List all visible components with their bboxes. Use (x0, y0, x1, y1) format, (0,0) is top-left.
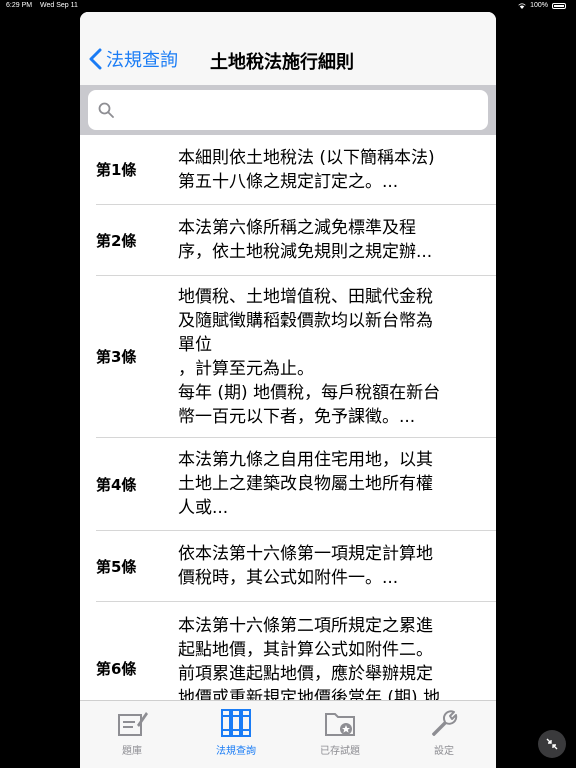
tab-label: 已存試題 (320, 746, 360, 757)
page-title: 土地稅法施行細則 (210, 52, 354, 73)
article-row-2[interactable]: 第2條 本法第六條所稱之減免標準及程 序，依土地稅減免規則之規定辦... (96, 205, 496, 276)
article-row-3[interactable]: 第3條 地價稅、土地增值稅、田賦代金稅 及隨賦徵購稻穀價款均以新台幣為 單位 ，… (96, 276, 496, 438)
wifi-icon (518, 2, 526, 9)
article-row-5[interactable]: 第5條 依本法第十六條第一項規定計算地 價稅時，其公式如附件一。... (96, 531, 496, 602)
back-button-label: 法規查詢 (106, 50, 178, 71)
chevron-left-icon (89, 48, 102, 70)
back-button[interactable]: 法規查詢 (88, 46, 178, 72)
article-number: 第5條 (96, 557, 137, 576)
wrench-icon (432, 710, 458, 736)
navigation-bar: 法規查詢 土地稅法施行細則 (80, 12, 496, 85)
tab-bar: 題庫 法規查詢 已存試題 設定 (80, 700, 496, 768)
article-text: 本法第十六條第二項所規定之累進 起點地價，其計算公式如附件二。 前項累進起點地價… (178, 616, 441, 700)
tab-question-bank[interactable]: 題庫 (80, 701, 184, 768)
folder-star-icon (325, 713, 355, 736)
status-date: Wed Sep 11 (40, 2, 78, 9)
article-text: 本法第六條所稱之減免標準及程 序，依土地稅減免規則之規定辦... (178, 218, 433, 262)
battery-percent: 100% (530, 2, 548, 9)
article-number: 第4條 (96, 475, 137, 494)
article-text: 本細則依土地稅法 (以下簡稱本法) 第五十八條之規定訂定之。... (178, 147, 435, 192)
status-time: 6:29 PM (6, 2, 33, 9)
status-bar: 6:29 PM Wed Sep 11 100% (0, 0, 576, 12)
article-text: 本法第九條之自用住宅用地，以其 土地上之建築改良物屬土地所有權 人或... (178, 450, 433, 518)
search-bar (80, 85, 496, 135)
tab-saved-questions[interactable]: 已存試題 (288, 701, 392, 768)
article-number: 第6條 (96, 660, 137, 678)
article-text: 地價稅、土地增值稅、田賦代金稅 及隨賦徵購稻穀價款均以新台幣為 單位 ，計算至元… (178, 286, 441, 427)
search-field[interactable] (88, 90, 488, 130)
tab-label: 法規查詢 (216, 746, 256, 757)
search-input[interactable] (120, 101, 474, 119)
article-text: 依本法第十六條第一項規定計算地 價稅時，其公式如附件一。... (178, 544, 433, 588)
arrows-collapse-icon (546, 738, 558, 750)
article-number: 第1條 (96, 161, 137, 179)
book-binders-icon (221, 709, 251, 737)
notepad-pencil-icon (118, 712, 148, 736)
article-row-4[interactable]: 第4條 本法第九條之自用住宅用地，以其 土地上之建築改良物屬土地所有權 人或..… (96, 438, 496, 531)
tab-label: 設定 (434, 746, 454, 757)
app-window: 法規查詢 土地稅法施行細則 第1條 本細則依土地稅法 (以下簡稱本法) 第五十八… (80, 12, 496, 768)
article-number: 第2條 (96, 231, 137, 250)
tab-settings[interactable]: 設定 (392, 701, 496, 768)
tab-label: 題庫 (122, 746, 142, 757)
collapse-button[interactable] (538, 730, 566, 758)
article-row-1[interactable]: 第1條 本細則依土地稅法 (以下簡稱本法) 第五十八條之規定訂定之。... (96, 135, 496, 205)
article-row-6[interactable]: 第6條 本法第十六條第二項所規定之累進 起點地價，其計算公式如附件二。 前項累進… (96, 602, 496, 700)
search-icon (98, 102, 114, 118)
article-number: 第3條 (96, 348, 137, 366)
article-list: 第1條 本細則依土地稅法 (以下簡稱本法) 第五十八條之規定訂定之。... 第2… (80, 135, 496, 700)
battery-icon (552, 2, 566, 9)
tab-law-search[interactable]: 法規查詢 (184, 701, 288, 768)
